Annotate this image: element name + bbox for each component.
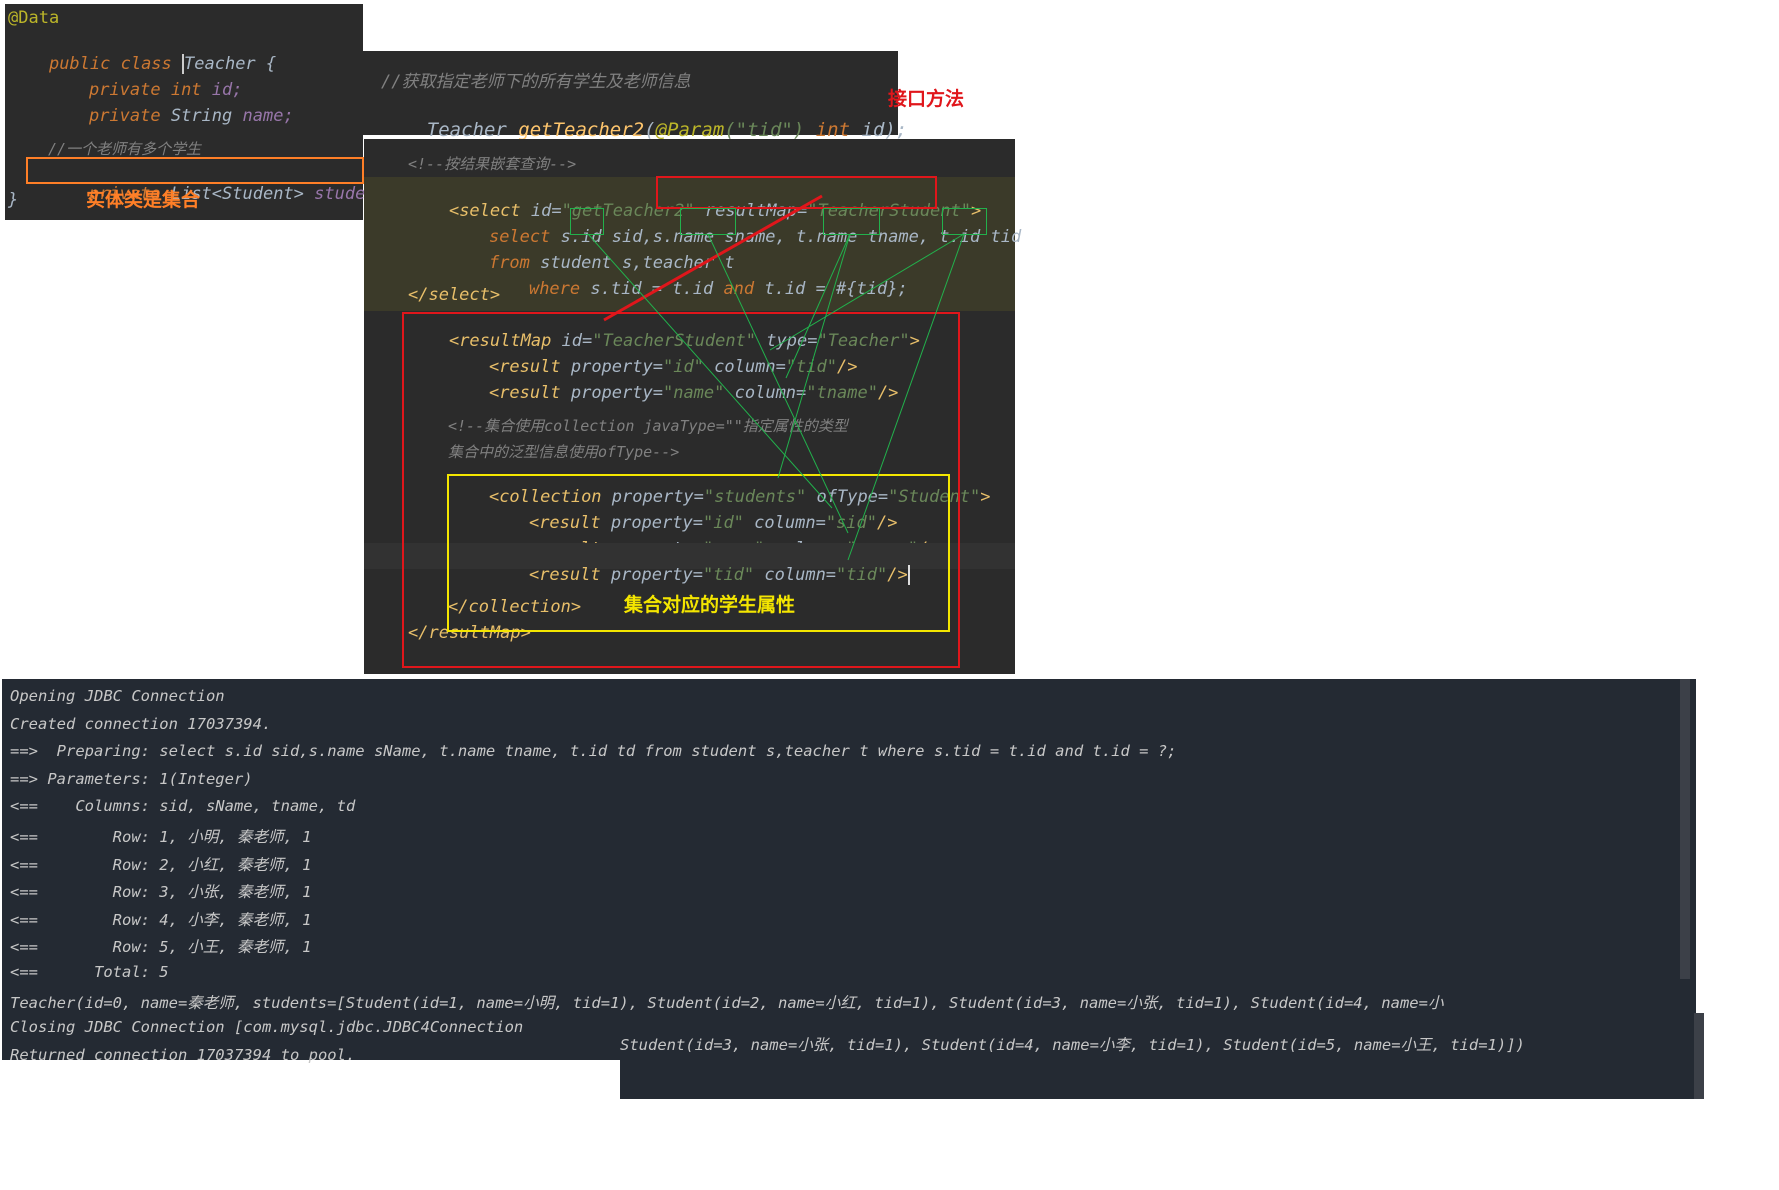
select-resultmap-highlight-box (656, 176, 937, 209)
nested-query-comment: <!--按结果嵌套查询--> (408, 155, 577, 173)
method-name: getTeacher2 (518, 119, 645, 141)
console-line: <== Row: 2, 小红, 秦老师, 1 (10, 855, 312, 874)
column-sid-box (570, 208, 604, 235)
data-annotation: @Data (8, 8, 60, 28)
console-line: Returned connection 17037394 to pool. (10, 1045, 356, 1064)
field-name-name: name; (242, 106, 294, 126)
console-line: <== Columns: sid, sName, tname, td (10, 797, 356, 816)
entity-collection-highlight-box (26, 157, 364, 184)
entity-collection-label: 实体类是集合 (86, 189, 201, 211)
console-overflow-scrollbar[interactable] (1694, 1013, 1704, 1099)
field-name: private String name; (48, 86, 294, 146)
console-overflow-panel: Student(id=3, name=小张, tid=1), Student(i… (620, 1013, 1704, 1099)
sql-where-condition-b: t.id = #{tid}; (764, 279, 908, 299)
column-sname-box (680, 208, 736, 235)
column-tid-box (942, 208, 987, 235)
console-line: Teacher(id=0, name=秦老师, students=[Studen… (10, 993, 1444, 1012)
interface-code-panel: //获取指定老师下的所有学生及老师信息 Teacher getTeacher2(… (363, 51, 907, 141)
param-keyword: int (804, 119, 862, 141)
console-line: Created connection 17037394. (10, 714, 272, 733)
console-line: ==> Preparing: select s.id sid,s.name sN… (10, 742, 1177, 761)
console-line: <== Row: 1, 小明, 秦老师, 1 (10, 828, 312, 846)
sql-where-line: where s.tid = t.id and t.id = #{tid}; (488, 259, 908, 319)
console-line: Closing JDBC Connection [com.mysql.jdbc.… (10, 1018, 524, 1037)
sql-where-keyword: where (528, 279, 591, 299)
paren-open: ( (644, 119, 656, 141)
interface-comment: //获取指定老师下的所有学生及老师信息 (381, 72, 691, 92)
collection-gt: > (980, 487, 991, 507)
param-string: ("tid") (724, 119, 805, 141)
console-line: <== Total: 5 (10, 963, 169, 981)
console-line: Opening JDBC Connection (10, 687, 225, 705)
collection-student-label: 集合对应的学生属性 (624, 594, 796, 616)
brace-close: } (8, 190, 19, 210)
entity-comment: //一个老师有多个学生 (48, 140, 202, 158)
param-annotation: @Param (655, 119, 725, 141)
console-line: ==> Parameters: 1(Integer) (10, 769, 253, 788)
brace-open: { (255, 54, 277, 74)
field-name-type: String (170, 106, 243, 126)
interface-method-label: 接口方法 (888, 88, 965, 110)
select-end-tag: </select> (408, 285, 501, 305)
return-type: Teacher (426, 119, 519, 141)
sql-and-keyword: and (723, 279, 765, 299)
param-name: id); (861, 119, 908, 141)
sql-where-condition-a: s.tid = t.id (590, 279, 724, 299)
column-tname-box (823, 208, 880, 235)
field-name-keyword: private (88, 106, 171, 126)
console-overflow-line: Student(id=3, name=小张, tid=1), Student(i… (620, 1036, 1525, 1054)
console-line: <== Row: 5, 小王, 秦老师, 1 (10, 938, 312, 957)
console-scrollbar[interactable] (1680, 679, 1690, 979)
console-line: <== Row: 4, 小李, 秦老师, 1 (10, 910, 312, 929)
console-line: <== Row: 3, 小张, 秦老师, 1 (10, 883, 312, 902)
console-panel: Opening JDBC Connection Created connectio… (2, 679, 1696, 1064)
